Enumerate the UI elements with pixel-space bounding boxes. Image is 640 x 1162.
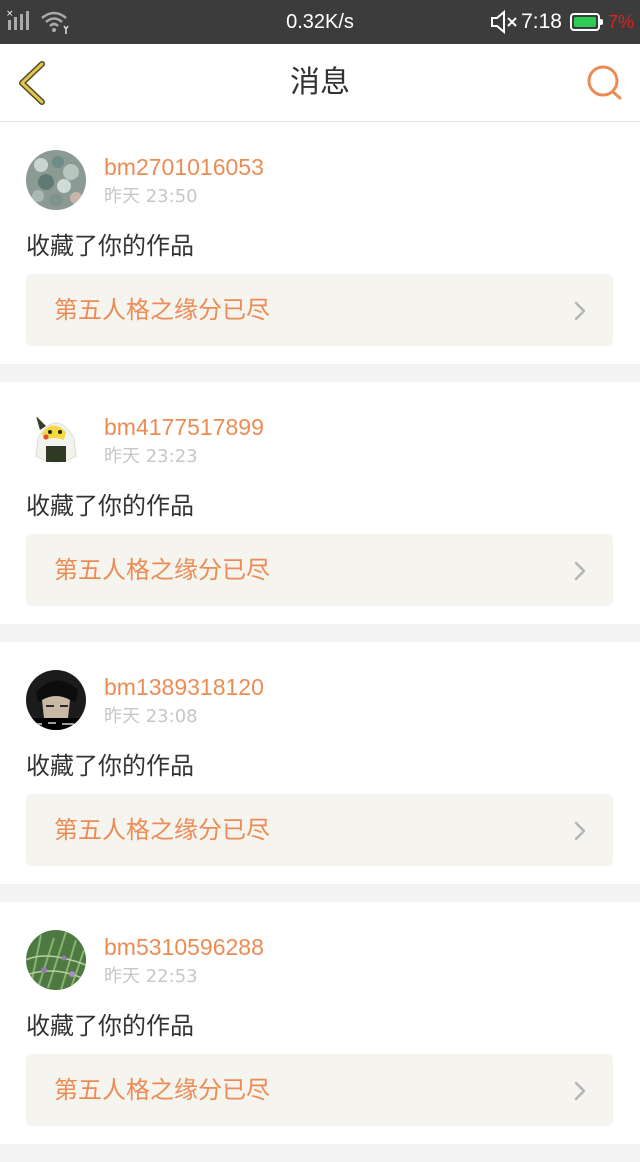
back-arrow-icon[interactable] (14, 60, 50, 106)
action-text: 收藏了你的作品 (26, 1012, 194, 1040)
work-title: 第五人格之缘分已尽 (54, 816, 270, 844)
header: 消息 (0, 44, 640, 122)
action-text: 收藏了你的作品 (26, 232, 194, 260)
chevron-right-icon (574, 561, 586, 581)
chevron-right-icon (574, 1081, 586, 1101)
status-bar: × 0.32K/s 7:18 7% (0, 0, 640, 44)
timestamp: 昨天 23:08 (104, 706, 198, 727)
list-item: bm1389318120 昨天 23:08 收藏了你的作品 第五人格之缘分已尽 (0, 642, 640, 884)
work-link[interactable]: 第五人格之缘分已尽 (26, 1054, 613, 1126)
avatar[interactable] (26, 670, 86, 730)
clock: 7:18 (521, 10, 562, 33)
chevron-right-icon (574, 821, 586, 841)
action-text: 收藏了你的作品 (26, 492, 194, 520)
username[interactable]: bm1389318120 (104, 674, 264, 701)
timestamp: 昨天 23:50 (104, 186, 198, 207)
avatar[interactable] (26, 410, 86, 470)
mute-icon (491, 9, 517, 35)
work-title: 第五人格之缘分已尽 (54, 1076, 270, 1104)
username[interactable]: bm5310596288 (104, 934, 264, 961)
list-item: bm4177517899 昨天 23:23 收藏了你的作品 第五人格之缘分已尽 (0, 382, 640, 624)
battery-icon (569, 13, 603, 31)
username[interactable]: bm2701016053 (104, 154, 264, 181)
battery-percent: 7% (607, 11, 634, 32)
timestamp: 昨天 22:53 (104, 966, 198, 987)
chevron-right-icon (574, 301, 586, 321)
action-text: 收藏了你的作品 (26, 752, 194, 780)
username[interactable]: bm4177517899 (104, 414, 264, 441)
page-title: 消息 (290, 65, 350, 100)
list-item: bm2701016053 昨天 23:50 收藏了你的作品 第五人格之缘分已尽 (0, 122, 640, 364)
work-title: 第五人格之缘分已尽 (54, 556, 270, 584)
work-link[interactable]: 第五人格之缘分已尽 (26, 794, 613, 866)
search-icon[interactable] (586, 64, 624, 102)
message-list: bm2701016053 昨天 23:50 收藏了你的作品 第五人格之缘分已尽 … (0, 122, 640, 1162)
avatar[interactable] (26, 150, 86, 210)
list-item: bm5310596288 昨天 22:53 收藏了你的作品 第五人格之缘分已尽 (0, 902, 640, 1144)
work-link[interactable]: 第五人格之缘分已尽 (26, 534, 613, 606)
timestamp: 昨天 23:23 (104, 446, 198, 467)
work-title: 第五人格之缘分已尽 (54, 296, 270, 324)
avatar[interactable] (26, 930, 86, 990)
work-link[interactable]: 第五人格之缘分已尽 (26, 274, 613, 346)
